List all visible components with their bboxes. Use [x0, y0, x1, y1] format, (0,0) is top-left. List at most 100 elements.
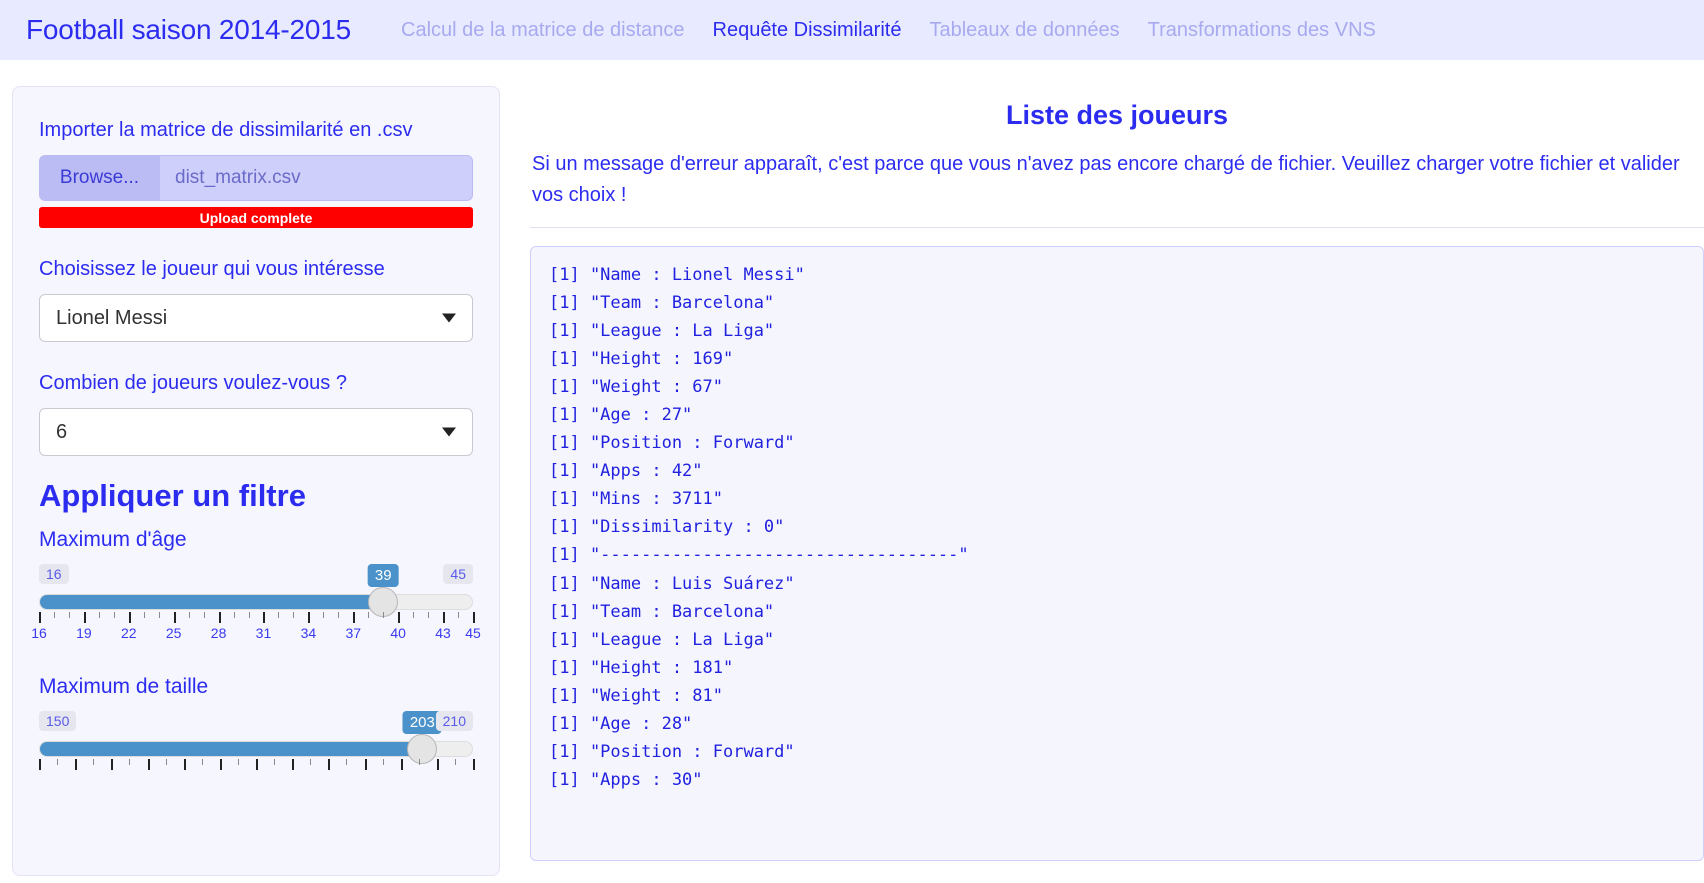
- slider-tick: [413, 612, 415, 618]
- slider-max-age-label: Maximum d'âge: [39, 528, 187, 551]
- slider-tick: [203, 612, 205, 618]
- slider-tick: [263, 612, 266, 623]
- slider-tick-label: 37: [345, 625, 362, 641]
- slider-max-height-fill: [40, 742, 422, 756]
- slider-tick: [323, 612, 325, 618]
- page-body: Importer la matrice de dissimilarité en …: [0, 60, 1704, 883]
- slider-tick: [218, 612, 221, 623]
- slider-tick: [158, 612, 160, 618]
- slider-tick: [473, 612, 475, 623]
- sidebar-panel: Importer la matrice de dissimilarité en …: [12, 86, 500, 876]
- count-select-label: Combien de joueurs voulez-vous ?: [39, 372, 347, 394]
- slider-tick: [256, 759, 258, 770]
- slider-tick: [292, 759, 295, 770]
- slider-tick: [328, 759, 331, 770]
- nav-item-requete-dissimilarite[interactable]: Requête Dissimilarité: [699, 19, 916, 42]
- chevron-down-icon: [442, 313, 456, 323]
- slider-tick: [165, 759, 167, 765]
- slider-tick: [473, 759, 475, 770]
- slider-max-height: Maximum de taille 150 203 210: [39, 675, 475, 792]
- slider-max-height-ticks: [39, 759, 475, 771]
- slider-tick: [418, 759, 420, 765]
- slider-max-age-max: 45: [443, 564, 473, 584]
- slider-tick-label: 31: [255, 625, 272, 641]
- filter-section-title: Appliquer un filtre: [39, 478, 306, 513]
- player-select[interactable]: Lionel Messi: [39, 294, 473, 342]
- slider-tick: [39, 612, 41, 623]
- player-select-value: Lionel Messi: [56, 306, 168, 329]
- slider-tick: [436, 759, 439, 770]
- slider-tick: [278, 612, 280, 618]
- slider-tick-label: 43: [435, 625, 451, 641]
- slider-max-age-track[interactable]: [39, 587, 473, 617]
- count-select-value: 6: [56, 420, 68, 443]
- slider-tick: [274, 759, 276, 765]
- slider-tick-label: 25: [165, 625, 182, 641]
- slider-tick: [310, 759, 312, 765]
- slider-max-age-values: 16 39 45: [39, 562, 473, 588]
- slider-tick: [364, 759, 367, 770]
- slider-tick: [68, 612, 70, 618]
- slider-tick-label: 22: [120, 625, 137, 641]
- slider-tick-label: 28: [210, 625, 227, 641]
- slider-tick: [454, 759, 456, 765]
- slider-max-age: Maximum d'âge 16 39 45 16 19 22 25 28 31 34 37 4…: [31, 528, 481, 645]
- slider-max-height-values: 150 203 210: [39, 709, 473, 735]
- slider-tick: [383, 612, 385, 618]
- slider-tick: [98, 612, 100, 618]
- slider-tick: [293, 612, 295, 618]
- slider-tick: [129, 759, 131, 765]
- nav-item-tableaux-donnees[interactable]: Tableaux de données: [915, 19, 1133, 42]
- count-select[interactable]: 6: [39, 408, 473, 456]
- console-output: [1] "Name : Lionel Messi" [1] "Team : Ba…: [530, 246, 1704, 861]
- slider-tick: [237, 759, 239, 765]
- page-title: Liste des joueurs: [1005, 100, 1229, 130]
- slider-tick: [233, 612, 235, 618]
- slider-tick: [428, 612, 430, 618]
- slider-tick: [368, 612, 370, 618]
- import-label: Importer la matrice de dissimilarité en …: [39, 119, 413, 141]
- slider-tick-label: 40: [390, 625, 406, 641]
- slider-tick: [93, 759, 95, 765]
- app-brand[interactable]: Football saison 2014-2015: [26, 14, 351, 46]
- slider-tick: [458, 612, 460, 618]
- slider-tick: [188, 612, 190, 618]
- slider-max-height-tick-labels: [39, 772, 473, 792]
- slider-tick-label: 45: [465, 625, 481, 641]
- slider-max-age-tick-labels: 16 19 22 25 28 31 34 37 40 43 45: [31, 625, 481, 645]
- slider-max-height-track[interactable]: [39, 734, 473, 764]
- player-select-label: Choisissez le joueur qui vous intéresse: [39, 258, 385, 280]
- slider-tick: [219, 759, 222, 770]
- slider-tick: [338, 612, 340, 618]
- slider-tick: [147, 759, 150, 770]
- sidebar-wrapper: Importer la matrice de dissimilarité en …: [0, 86, 512, 876]
- file-input-row[interactable]: Browse... dist_matrix.csv: [39, 155, 473, 201]
- slider-tick: [353, 612, 356, 623]
- slider-tick: [308, 612, 311, 623]
- chevron-down-icon: [442, 427, 456, 437]
- nav-item-calcul-matrice[interactable]: Calcul de la matrice de distance: [387, 19, 698, 42]
- navbar: Football saison 2014-2015 Calcul de la m…: [0, 0, 1704, 60]
- slider-tick: [173, 612, 176, 623]
- file-name-display: dist_matrix.csv: [160, 156, 472, 200]
- slider-tick: [57, 759, 59, 765]
- nav-item-transformations-vns[interactable]: Transformations des VNS: [1134, 19, 1390, 42]
- slider-max-age-ticks: [39, 612, 475, 624]
- slider-tick: [39, 759, 41, 770]
- slider-tick: [398, 612, 401, 623]
- browse-button[interactable]: Browse...: [40, 156, 160, 200]
- slider-tick: [75, 759, 78, 770]
- slider-tick-label: 19: [76, 625, 92, 641]
- slider-max-height-label: Maximum de taille: [39, 675, 209, 698]
- slider-tick: [400, 759, 403, 770]
- upload-progress-bar: Upload complete: [39, 207, 473, 228]
- slider-tick: [128, 612, 131, 623]
- info-message: Si un message d'erreur apparaît, c'est p…: [532, 153, 1680, 206]
- slider-max-age-current: 39: [367, 564, 399, 587]
- slider-tick: [113, 612, 115, 618]
- slider-tick: [201, 759, 203, 765]
- slider-tick: [83, 612, 86, 623]
- slider-max-age-fill: [40, 595, 383, 609]
- slider-max-height-min: 150: [39, 711, 77, 731]
- divider: [530, 227, 1704, 228]
